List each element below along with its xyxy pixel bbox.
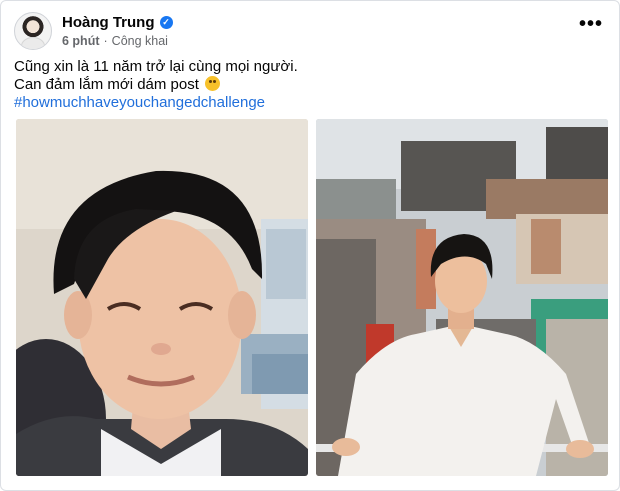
post-text-line-2: Can đảm lắm mới dám post	[14, 76, 199, 93]
photo-now[interactable]	[316, 119, 608, 476]
verified-badge-icon: ✓	[159, 16, 173, 29]
hashtag-link[interactable]: #howmuchhaveyouchangedchallenge	[14, 94, 298, 112]
photo-now-image	[316, 119, 608, 476]
post-subline: 6 phút · Công khai	[62, 34, 173, 48]
photo-then-image	[16, 119, 308, 476]
photo-grid	[16, 119, 608, 476]
post-text-line-2-wrap: Can đảm lắm mới dám post	[14, 76, 298, 94]
author-avatar[interactable]	[14, 12, 52, 50]
post-timestamp[interactable]: 6 phút	[62, 34, 100, 48]
post-meta: Hoàng Trung ✓ 6 phút · Công khai	[62, 14, 173, 48]
meta-separator: ·	[103, 34, 108, 48]
post-header: Hoàng Trung ✓ 6 phút · Công khai	[14, 11, 173, 51]
photo-then[interactable]	[16, 119, 308, 476]
audience-label[interactable]: Công khai	[112, 34, 168, 48]
more-options-button[interactable]: •••	[579, 14, 603, 34]
upside-down-face-emoji-icon	[205, 76, 221, 91]
post-text-line-1: Cũng xin là 11 năm trở lại cùng mọi ngườ…	[14, 58, 298, 75]
author-name[interactable]: Hoàng Trung	[62, 14, 155, 31]
author-row: Hoàng Trung ✓	[62, 14, 173, 31]
post-card: Hoàng Trung ✓ 6 phút · Công khai ••• Cũn…	[0, 0, 620, 491]
post-text: Cũng xin là 11 năm trở lại cùng mọi ngườ…	[14, 58, 298, 112]
